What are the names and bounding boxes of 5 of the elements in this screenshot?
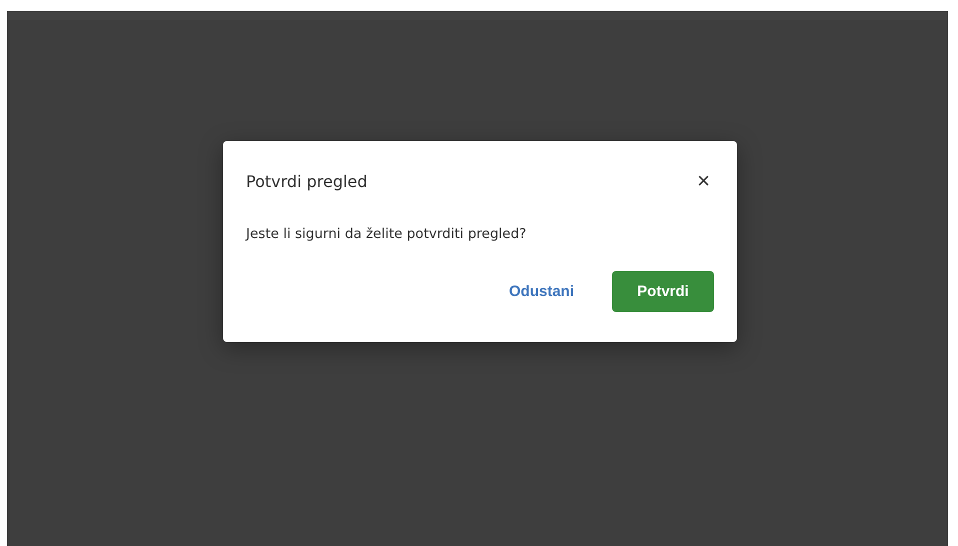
confirm-button[interactable]: Potvrdi: [612, 271, 714, 312]
close-button[interactable]: ×: [693, 170, 714, 192]
dialog-title: Potvrdi pregled: [246, 172, 368, 190]
dialog-message: Jeste li sigurni da želite potvrditi pregled?: [246, 226, 528, 242]
cancel-button[interactable]: Odustani: [496, 273, 586, 310]
